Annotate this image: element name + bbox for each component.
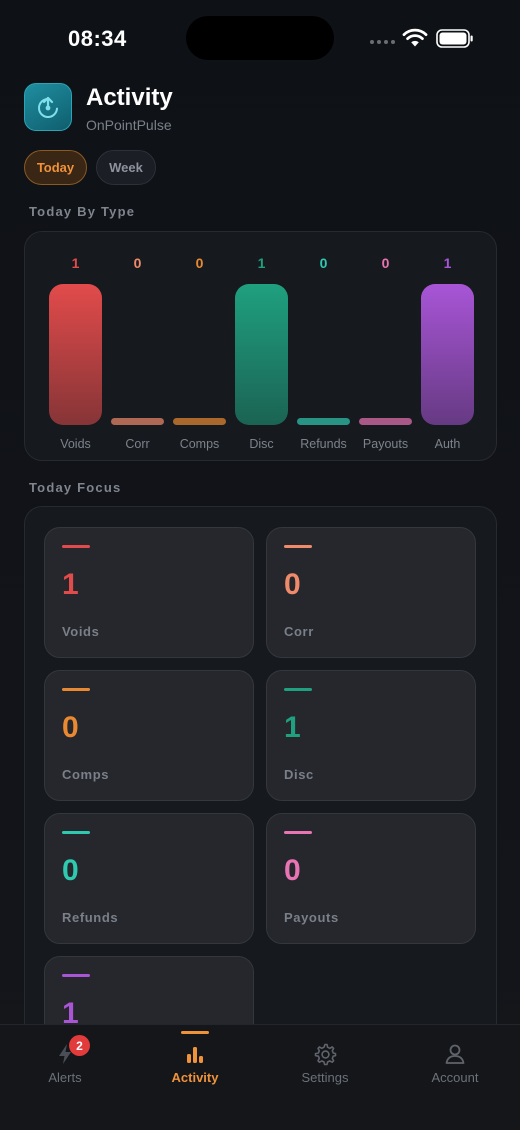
type-bar-chart: 1 Voids 0 Corr 0 Comps 1 Disc 0 Refunds 0 Payouts 1 A…: [49, 255, 474, 451]
tab-label-activity: Activity: [171, 1070, 219, 1085]
page-subtitle: OnPointPulse: [86, 117, 172, 133]
value-label-refunds: 0: [320, 255, 328, 271]
page-title: Activity: [86, 84, 173, 111]
range-tab-today[interactable]: Today: [24, 150, 87, 185]
tab-label-settings: Settings: [301, 1070, 349, 1085]
focus-card: 1Voids0Corr0Comps1Disc0Refunds0Payouts1A…: [24, 506, 497, 1046]
focus-tile-corr[interactable]: 0 Corr: [266, 527, 476, 658]
tile-label: Refunds: [62, 910, 119, 925]
value-label-disc: 1: [258, 255, 266, 271]
tile-accent-bar: [62, 974, 90, 977]
tile-label: Voids: [62, 624, 100, 639]
wifi-icon: [402, 28, 428, 47]
tile-accent-bar: [62, 545, 90, 548]
section-title-by-type: Today By Type: [29, 204, 136, 219]
tile-accent-bar: [62, 688, 90, 691]
tab-label-account: Account: [431, 1070, 479, 1085]
focus-tile-comps[interactable]: 0 Comps: [44, 670, 254, 801]
status-bar: 08:34: [0, 0, 520, 78]
category-label-voids: Voids: [60, 437, 91, 451]
tile-accent-bar: [284, 688, 312, 691]
bar-disc: [235, 284, 288, 425]
tile-label: Payouts: [284, 910, 339, 925]
tile-accent-bar: [62, 831, 90, 834]
bar-refunds: [297, 418, 350, 425]
tab-settings[interactable]: Settings: [260, 1025, 390, 1130]
tile-value: 1: [62, 568, 79, 601]
bar-comps: [173, 418, 226, 425]
value-label-auth: 1: [444, 255, 452, 271]
focus-tile-payouts[interactable]: 0 Payouts: [266, 813, 476, 944]
category-label-payouts: Payouts: [363, 437, 408, 451]
cellular-signal-icon: [370, 40, 395, 44]
tile-accent-bar: [284, 831, 312, 834]
focus-tile-voids[interactable]: 1 Voids: [44, 527, 254, 658]
tab-account[interactable]: Account: [390, 1025, 520, 1130]
category-label-refunds: Refunds: [300, 437, 347, 451]
app-logo: [24, 83, 72, 131]
dynamic-island: [186, 16, 334, 60]
bar-chart-icon: [187, 1047, 203, 1063]
bar-voids: [49, 284, 102, 425]
pulse-logo-icon: [38, 96, 58, 118]
section-title-focus: Today Focus: [29, 480, 122, 495]
alerts-badge: 2: [69, 1035, 90, 1056]
gear-icon: [314, 1043, 337, 1066]
value-label-comps: 0: [196, 255, 204, 271]
category-label-auth: Auth: [435, 437, 461, 451]
active-tab-indicator: [181, 1031, 209, 1034]
value-label-payouts: 0: [382, 255, 390, 271]
category-label-corr: Corr: [125, 437, 149, 451]
focus-tile-refunds[interactable]: 0 Refunds: [44, 813, 254, 944]
tile-value: 0: [284, 854, 301, 887]
tile-label: Corr: [284, 624, 314, 639]
tab-activity[interactable]: Activity: [130, 1025, 260, 1130]
tab-bar: 2 Alerts Activity Settings Account: [0, 1024, 520, 1130]
type-chart-card: 1 Voids 0 Corr 0 Comps 1 Disc 0 Refunds 0 Payouts 1 A…: [24, 231, 497, 461]
bar-auth: [421, 284, 474, 425]
tile-value: 1: [284, 711, 301, 744]
bar-corr: [111, 418, 164, 425]
range-tab-week[interactable]: Week: [96, 150, 156, 185]
person-icon: [445, 1044, 465, 1064]
tile-label: Comps: [62, 767, 110, 782]
status-time: 08:34: [68, 26, 127, 51]
category-label-comps: Comps: [180, 437, 220, 451]
battery-icon: [436, 29, 473, 48]
value-label-corr: 0: [134, 255, 142, 271]
category-label-disc: Disc: [249, 437, 273, 451]
focus-tile-disc[interactable]: 1 Disc: [266, 670, 476, 801]
tile-value: 0: [62, 711, 79, 744]
tile-value: 0: [284, 568, 301, 601]
bar-payouts: [359, 418, 412, 425]
tab-label-alerts: Alerts: [48, 1070, 82, 1085]
tile-value: 0: [62, 854, 79, 887]
tile-label: Disc: [284, 767, 314, 782]
tab-alerts[interactable]: 2 Alerts: [0, 1025, 130, 1130]
value-label-voids: 1: [72, 255, 80, 271]
tile-accent-bar: [284, 545, 312, 548]
